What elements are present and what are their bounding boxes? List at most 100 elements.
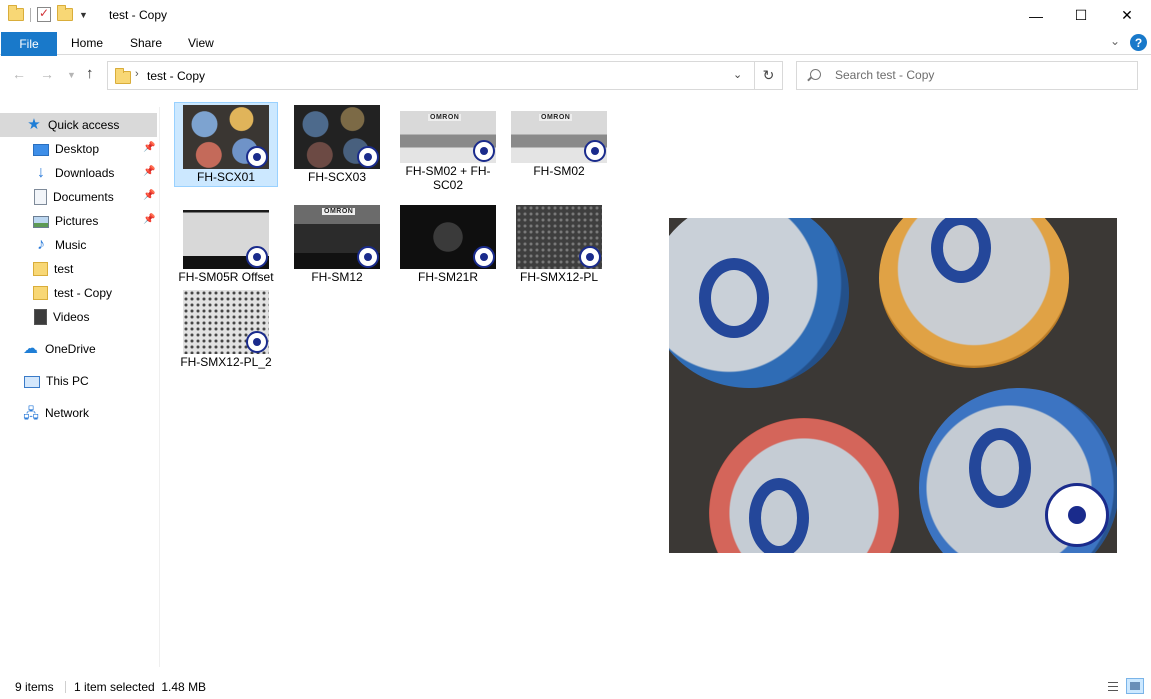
file-item[interactable]: FH-SMX12-PL: [507, 202, 611, 287]
large-icons-view-icon[interactable]: [1126, 678, 1144, 694]
details-view-icon[interactable]: [1104, 678, 1122, 694]
file-thumbnail: [183, 205, 269, 269]
file-name: FH-SMX12-PL_2: [180, 355, 272, 369]
recent-locations-chevron-icon[interactable]: ▼: [67, 70, 76, 80]
sidebar-item-downloads[interactable]: ↓ Downloads 📌: [0, 161, 157, 185]
shutter-logo-icon: [246, 331, 268, 353]
shutter-logo-icon: [473, 140, 495, 162]
file-item[interactable]: FH-SCX01: [174, 102, 278, 187]
navigation-pane: ★ Quick access Desktop 📌 ↓ Downloads 📌 D…: [0, 107, 160, 667]
sidebar-item-label: Downloads: [55, 166, 115, 180]
sidebar-item-label: Quick access: [48, 118, 120, 132]
window-title: test - Copy: [109, 8, 168, 22]
file-item[interactable]: FH-SMX12-PL_2: [174, 287, 278, 372]
sidebar-item-label: Videos: [53, 310, 90, 324]
file-thumbnail: OMRON: [294, 205, 380, 269]
sidebar-item-videos[interactable]: Videos: [0, 305, 157, 329]
file-thumbnail: [294, 105, 380, 169]
tab-view[interactable]: View: [188, 36, 214, 50]
shutter-logo-icon: [584, 140, 606, 162]
back-arrow-icon[interactable]: ←: [12, 66, 26, 82]
sidebar-item-label: OneDrive: [45, 342, 96, 356]
status-bar: 9 items 1 item selected 1.48 MB: [0, 675, 1151, 699]
file-item[interactable]: FH-SM21R: [396, 202, 500, 287]
file-item[interactable]: OMRON FH-SM02 + FH-SC02: [396, 108, 500, 195]
sidebar-item-label: This PC: [46, 374, 89, 388]
pictures-icon: [33, 216, 49, 228]
toolbar-divider: [30, 7, 31, 22]
expand-ribbon-chevron-icon[interactable]: ⌄: [1110, 34, 1120, 48]
sidebar-item-this-pc[interactable]: This PC: [0, 369, 157, 393]
file-name: FH-SM21R: [417, 270, 478, 284]
pin-icon[interactable]: 📌: [143, 214, 155, 225]
new-folder-icon[interactable]: [57, 5, 73, 21]
shutter-logo-icon: [357, 246, 379, 268]
download-icon: ↓: [37, 164, 45, 181]
item-count: 9 items: [15, 680, 54, 694]
ribbon-tabs: File Home Share View ⌄ ?: [0, 31, 1151, 56]
title-bar: ▼ test - Copy — ☐ ✕: [0, 0, 1151, 31]
file-thumbnail: [400, 205, 496, 269]
star-icon: ★: [27, 116, 41, 133]
sidebar-item-pictures[interactable]: Pictures 📌: [0, 209, 157, 233]
sidebar-item-desktop[interactable]: Desktop 📌: [0, 137, 157, 161]
sidebar-item-onedrive[interactable]: ☁ OneDrive: [0, 337, 157, 361]
sidebar-item-test[interactable]: test: [0, 257, 157, 281]
onedrive-icon: ☁: [23, 340, 38, 357]
file-item[interactable]: FH-SM05R Offset: [174, 202, 278, 287]
sidebar-item-quick-access[interactable]: ★ Quick access: [0, 113, 157, 137]
file-item[interactable]: FH-SCX03: [285, 102, 389, 187]
omron-logo: OMRON: [539, 114, 573, 121]
tab-home[interactable]: Home: [71, 36, 103, 50]
file-name: FH-SM05R Offset: [178, 270, 274, 284]
desktop-icon: [33, 144, 49, 156]
properties-icon[interactable]: [37, 6, 51, 22]
file-selection-highlight: FH-SCX01: [174, 102, 278, 187]
minimize-button[interactable]: —: [1013, 0, 1059, 31]
sidebar-item-label: test - Copy: [54, 286, 113, 300]
file-tile: FH-SMX12-PL: [507, 202, 611, 287]
videos-icon: [34, 309, 47, 325]
refresh-button[interactable]: ↻: [755, 61, 783, 90]
pin-icon[interactable]: 📌: [143, 142, 155, 153]
file-name: FH-SM02: [533, 164, 585, 178]
status-divider: [65, 681, 66, 693]
file-item[interactable]: OMRON FH-SM12: [285, 202, 389, 287]
help-icon[interactable]: ?: [1130, 34, 1147, 51]
folder-icon: [33, 286, 48, 300]
pin-icon[interactable]: 📌: [143, 166, 155, 177]
sidebar-item-music[interactable]: ♪ Music: [0, 233, 157, 257]
customize-toolbar-chevron-icon[interactable]: ▼: [79, 10, 88, 20]
file-name: FH-SM02 + FH-SC02: [405, 164, 491, 192]
file-item[interactable]: OMRON FH-SM02: [507, 108, 611, 181]
sidebar-item-label: Pictures: [55, 214, 99, 228]
breadcrumb-current[interactable]: test - Copy: [147, 69, 205, 83]
sidebar-item-network[interactable]: 🖧 Network: [0, 401, 157, 425]
tab-file[interactable]: File: [1, 32, 57, 56]
address-history-chevron-icon[interactable]: ⌄: [733, 68, 742, 81]
shutter-logo-icon: [246, 246, 268, 268]
shutter-logo-icon: [473, 246, 495, 268]
address-bar[interactable]: › test - Copy ⌄: [107, 61, 755, 90]
search-icon: [810, 69, 821, 80]
file-list: FH-SCX01 FH-SCX03 OMRON FH-SM02 + FH-SC0…: [160, 96, 620, 666]
forward-arrow-icon[interactable]: →: [40, 66, 54, 82]
sidebar-item-label: test: [54, 262, 74, 276]
tab-share[interactable]: Share: [130, 36, 162, 50]
music-icon: ♪: [37, 236, 45, 253]
pin-icon[interactable]: 📌: [143, 190, 155, 201]
sidebar-item-documents[interactable]: Documents 📌: [0, 185, 157, 209]
maximize-button[interactable]: ☐: [1058, 0, 1104, 31]
up-arrow-icon[interactable]: ↑: [86, 65, 94, 82]
selection-info: 1 item selected 1.48 MB: [74, 680, 207, 694]
file-name: FH-SM12: [311, 270, 363, 284]
search-box[interactable]: [796, 61, 1138, 90]
file-name: FH-SCX01: [196, 170, 255, 184]
close-button[interactable]: ✕: [1104, 0, 1150, 31]
search-input[interactable]: [835, 68, 1125, 82]
sidebar-item-test-copy[interactable]: test - Copy: [0, 281, 157, 305]
file-tile: OMRON FH-SM02 + FH-SC02: [396, 108, 500, 195]
navigation-bar: ← → ▼ ↑ › test - Copy ⌄ ↻: [0, 56, 1151, 94]
folder-icon[interactable]: [8, 5, 24, 21]
refresh-icon: ↻: [762, 67, 775, 83]
